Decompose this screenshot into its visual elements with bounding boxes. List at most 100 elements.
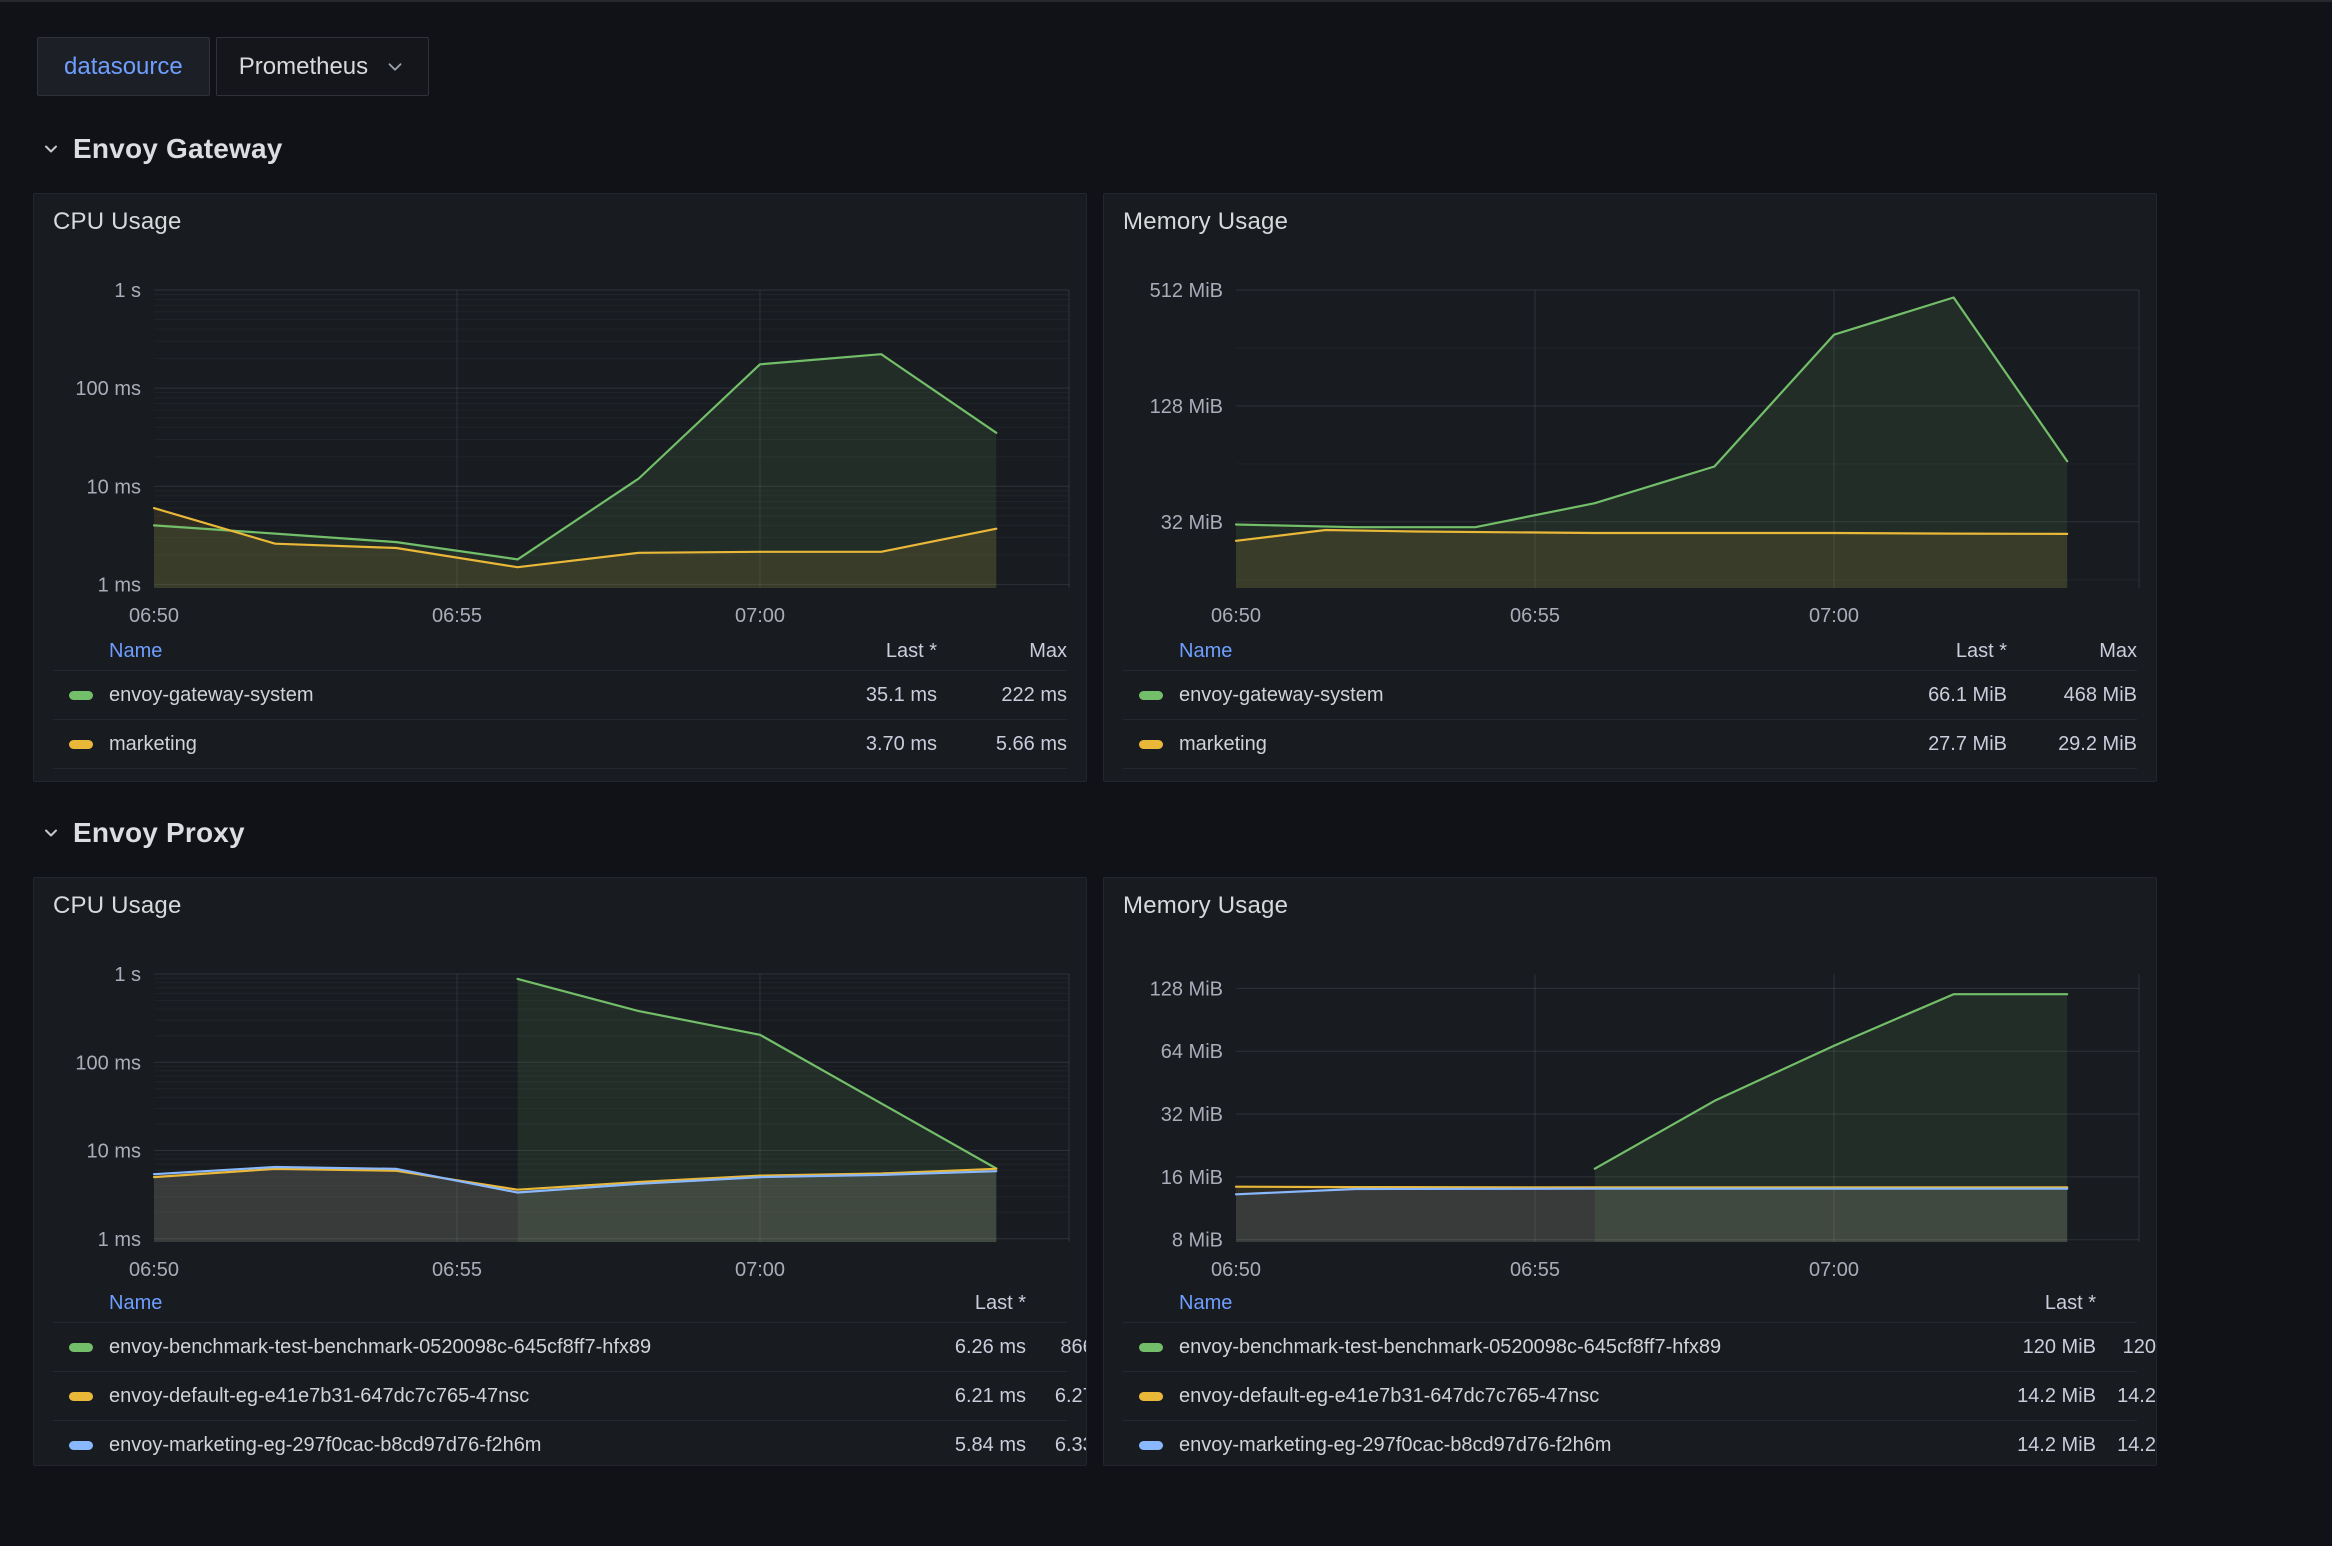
series-color-swatch[interactable] [69,740,93,749]
legend-row-name-cell: envoy-benchmark-test-benchmark-0520098c-… [1123,1336,1936,1359]
series-color-swatch[interactable] [1139,740,1163,749]
series-max-value: 29.2 MiB [2007,733,2137,756]
legend-row: envoy-benchmark-test-benchmark-0520098c-… [53,1322,1067,1371]
panel-title[interactable]: Memory Usage [1123,892,1288,920]
series-last-value: 120 MiB [1936,1336,2096,1359]
series-name[interactable]: envoy-default-eg-e41e7b31-647dc7c765-47n… [1179,1385,1599,1408]
legend-row-name-cell: envoy-default-eg-e41e7b31-647dc7c765-47n… [1123,1385,1936,1408]
legend-col-name[interactable]: Name [53,640,777,663]
svg-text:64 MiB: 64 MiB [1161,1041,1223,1063]
chevron-down-icon [41,823,61,843]
svg-text:07:00: 07:00 [735,605,785,627]
series-name[interactable]: envoy-marketing-eg-297f0cac-b8cd97d76-f2… [1179,1434,1611,1457]
section-header[interactable]: Envoy Gateway [41,131,2157,167]
svg-text:1 ms: 1 ms [98,574,141,596]
legend-col-max[interactable]: Max [2007,640,2137,663]
series-name[interactable]: envoy-default-eg-e41e7b31-647dc7c765-47n… [109,1385,529,1408]
series-color-swatch[interactable] [1139,691,1163,700]
legend: Name Last * Max envoy-benchmark-test-ben… [53,1284,1067,1466]
series-name[interactable]: marketing [1179,733,1267,756]
legend-row: envoy-gateway-system 66.1 MiB 468 MiB [1123,670,2137,719]
series-color-swatch[interactable] [69,1343,93,1352]
variables-row: datasource Prometheus [37,37,2157,96]
series-max-value: 120 MiB [2096,1336,2157,1359]
sections: Envoy Gateway 1 s 100 ms 10 ms 1 ms 06:50 06:… [33,131,2157,1466]
legend-col-max[interactable]: Max [937,640,1067,663]
dashboard-section: Envoy Proxy 1 s100 ms10 ms1 ms06:5006:55… [33,815,2157,1466]
svg-text:06:50: 06:50 [129,605,179,627]
series-color-swatch[interactable] [69,1441,93,1450]
svg-text:512 MiB: 512 MiB [1150,280,1223,302]
panel: 1 s100 ms10 ms1 ms06:5006:5507:00 CPU Us… [33,193,1087,782]
svg-text:06:50: 06:50 [1211,1259,1261,1281]
svg-text:07:00: 07:00 [735,1259,785,1281]
legend-header: Name Last * Max [53,1284,1067,1322]
svg-text:32 MiB: 32 MiB [1161,512,1223,534]
panel-title[interactable]: Memory Usage [1123,208,1288,236]
series-last-value: 6.26 ms [866,1336,1026,1359]
legend-col-last[interactable]: Last * [866,1292,1026,1315]
panel-row: 1 s100 ms10 ms1 ms06:5006:5507:00 CPU Us… [33,193,2157,782]
svg-text:06:55: 06:55 [432,605,482,627]
legend-col-last[interactable]: Last * [1936,1292,2096,1315]
series-last-value: 35.1 ms [777,684,937,707]
panel: 512 MiB128 MiB32 MiB06:5006:5507:00 Memo… [1103,193,2157,782]
legend-row: envoy-marketing-eg-297f0cac-b8cd97d76-f2… [53,1420,1067,1466]
svg-text:100 ms: 100 ms [75,1052,141,1074]
series-color-swatch[interactable] [1139,1343,1163,1352]
series-name[interactable]: envoy-gateway-system [1179,684,1384,707]
legend: Name Last * Max envoy-gateway-system 66.… [1123,632,2137,769]
legend-row: envoy-benchmark-test-benchmark-0520098c-… [1123,1322,2137,1371]
legend-row: marketing 27.7 MiB 29.2 MiB [1123,719,2137,768]
legend-col-last[interactable]: Last * [777,640,937,663]
legend-row: marketing 3.70 ms 5.66 ms [53,719,1067,768]
svg-text:10 ms: 10 ms [87,1141,141,1163]
svg-text:06:50: 06:50 [1211,605,1261,627]
svg-text:16 MiB: 16 MiB [1161,1167,1223,1189]
series-last-value: 5.84 ms [866,1434,1026,1457]
panel-row: 1 s100 ms10 ms1 ms06:5006:5507:00 CPU Us… [33,877,2157,1466]
panel-title[interactable]: CPU Usage [53,208,182,236]
legend-row-name-cell: envoy-marketing-eg-297f0cac-b8cd97d76-f2… [53,1434,866,1457]
series-max-value: 222 ms [937,684,1067,707]
dashboard: datasource Prometheus Envoy Gateway 1 s 1… [0,2,2332,1466]
series-color-swatch[interactable] [69,691,93,700]
datasource-picker-value: Prometheus [239,53,368,81]
series-last-value: 6.21 ms [866,1385,1026,1408]
legend-col-name[interactable]: Name [53,1292,866,1315]
legend-row-name-cell: envoy-gateway-system [1123,684,1847,707]
series-name[interactable]: envoy-marketing-eg-297f0cac-b8cd97d76-f2… [109,1434,541,1457]
series-max-value: 14.2 MiB [2096,1434,2157,1457]
legend-col-name[interactable]: Name [1123,1292,1936,1315]
series-last-value: 14.2 MiB [1936,1434,2096,1457]
legend-col-max[interactable]: Max [2096,1292,2157,1315]
series-color-swatch[interactable] [69,1392,93,1401]
section-header[interactable]: Envoy Proxy [41,815,2157,851]
legend-header: Name Last * Max [1123,632,2137,670]
section-title: Envoy Proxy [73,817,245,849]
panel: 128 MiB64 MiB32 MiB16 MiB8 MiB06:5006:55… [1103,877,2157,1466]
svg-text:1 s: 1 s [114,964,141,986]
svg-text:07:00: 07:00 [1809,1259,1859,1281]
panel-title[interactable]: CPU Usage [53,892,182,920]
svg-text:07:00: 07:00 [1809,605,1859,627]
svg-text:128 MiB: 128 MiB [1150,978,1223,1000]
datasource-picker[interactable]: Prometheus [216,37,429,96]
legend-row-name-cell: envoy-marketing-eg-297f0cac-b8cd97d76-f2… [1123,1434,1936,1457]
series-name[interactable]: envoy-benchmark-test-benchmark-0520098c-… [1179,1336,1721,1359]
legend-row-name-cell: envoy-benchmark-test-benchmark-0520098c-… [53,1336,866,1359]
series-color-swatch[interactable] [1139,1392,1163,1401]
series-color-swatch[interactable] [1139,1441,1163,1450]
legend-row: envoy-gateway-system 35.1 ms 222 ms [53,670,1067,719]
series-name[interactable]: envoy-gateway-system [109,684,314,707]
svg-text:1 s: 1 s [114,280,141,302]
legend-col-max[interactable]: Max [1026,1292,1087,1315]
series-last-value: 3.70 ms [777,733,937,756]
legend-col-name[interactable]: Name [1123,640,1847,663]
legend: Name Last * Max envoy-benchmark-test-ben… [1123,1284,2137,1466]
svg-text:10 ms: 10 ms [87,476,141,498]
series-name[interactable]: envoy-benchmark-test-benchmark-0520098c-… [109,1336,651,1359]
legend-col-last[interactable]: Last * [1847,640,2007,663]
series-name[interactable]: marketing [109,733,197,756]
series-last-value: 66.1 MiB [1847,684,2007,707]
